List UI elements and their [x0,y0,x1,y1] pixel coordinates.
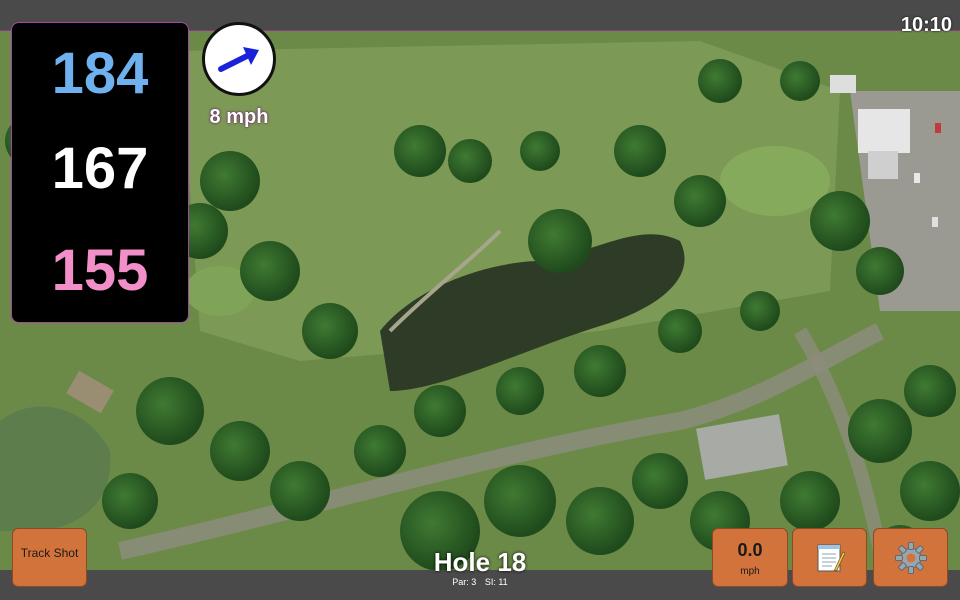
wind-indicator [202,22,276,96]
gear-icon [894,541,927,574]
wind-speed: 8 mph [209,106,269,128]
speed-button[interactable]: 0.0 mph [712,528,788,587]
hole-details: Par: 3 SI: 11 [380,576,580,588]
speed-unit: mph [740,566,760,577]
back-distance: 184 [51,41,149,106]
speed-value: 0.0 [737,540,763,560]
track-shot-button[interactable]: Track Shot [12,528,87,587]
notepad-icon [817,544,845,572]
hole-title: Hole 18 [433,547,527,577]
arrow-right-icon [218,47,259,72]
front-distance: 155 [51,238,149,303]
clock-time: 10:10 [900,14,952,36]
notes-button[interactable] [792,528,867,587]
hole-info: Hole 18 Par: 3 SI: 11 [380,548,580,588]
settings-button[interactable] [873,528,948,587]
distance-panel: 184 167 155 [11,22,189,323]
middle-distance: 167 [51,136,149,201]
hole-par: Par: 3 [452,577,477,587]
hole-stroke-index: SI: 11 [484,577,508,587]
